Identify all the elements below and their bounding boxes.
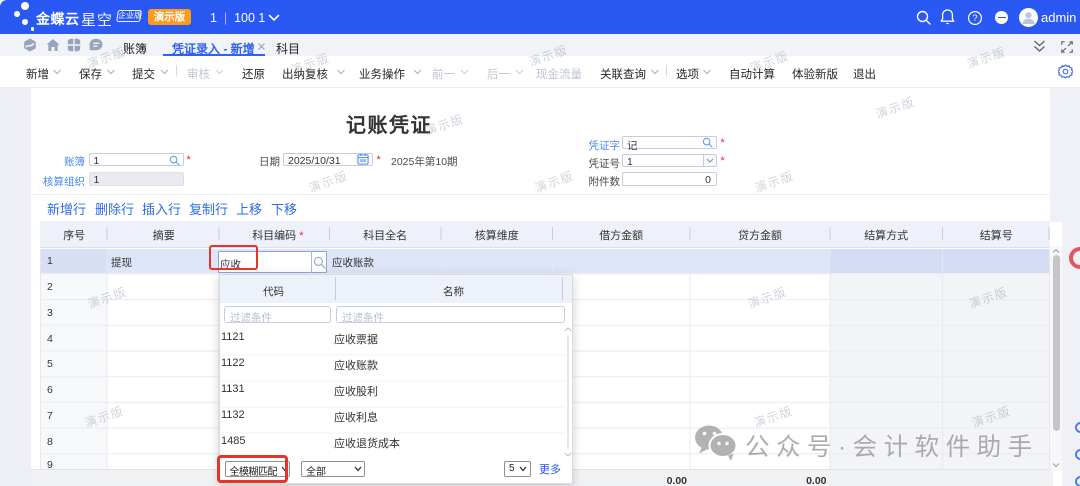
svg-text:?: ?	[972, 13, 977, 23]
